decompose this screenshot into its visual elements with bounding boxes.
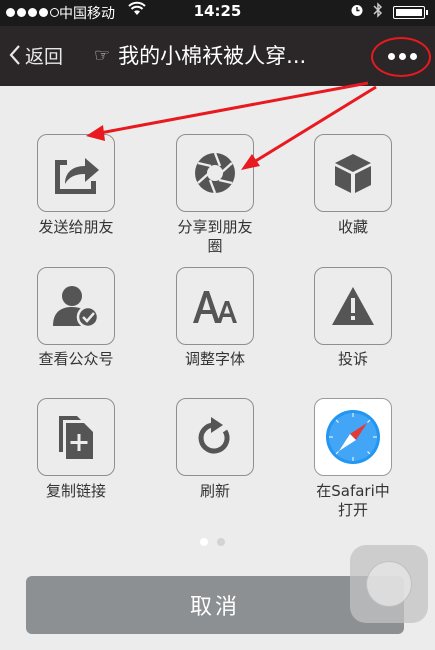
pointing-hand-icon: ☞ — [94, 44, 111, 66]
open-in-safari-button[interactable] — [314, 398, 392, 476]
view-official-account-button[interactable] — [37, 267, 115, 345]
status-time: 14:25 — [193, 2, 242, 20]
share-item-label: 调整字体 — [184, 350, 245, 368]
share-item-label: 收藏 — [337, 218, 368, 236]
favorite-cube-icon — [335, 154, 371, 193]
chevron-left-icon — [9, 45, 20, 65]
page-dot — [217, 538, 225, 546]
share-item-label: 查看公众号 — [38, 350, 114, 368]
status-bar: 中国移动 14:25 — [0, 0, 435, 26]
safari-compass-icon — [326, 410, 380, 464]
battery-icon — [393, 6, 428, 19]
share-item-label: 在Safari中 打开 — [316, 482, 390, 519]
refresh-button[interactable] — [176, 398, 254, 476]
copy-link-button[interactable] — [37, 398, 115, 476]
report-button[interactable] — [314, 267, 392, 345]
navigation-bar: 返回 ☞ 我的小棉袄被人穿... — [0, 26, 435, 86]
font-size-icon — [193, 291, 237, 323]
share-item-label: 复制链接 — [45, 482, 106, 500]
official-account-icon — [53, 286, 100, 329]
page-title-text: 我的小棉袄被人穿... — [118, 44, 307, 68]
adjust-font-button[interactable] — [176, 267, 254, 345]
favorite-button[interactable] — [314, 134, 392, 212]
share-item-label: 刷新 — [199, 482, 230, 500]
copy-link-icon — [59, 416, 93, 459]
page-indicator[interactable] — [200, 538, 225, 546]
send-to-friend-icon — [55, 158, 99, 194]
warning-icon — [332, 287, 374, 325]
back-button[interactable]: 返回 — [9, 40, 63, 70]
share-to-moments-button[interactable] — [176, 134, 254, 212]
send-to-friend-button[interactable] — [37, 134, 115, 212]
annotation-circle — [371, 37, 431, 77]
refresh-icon — [198, 417, 230, 454]
share-item-label: 发送给朋友 — [38, 218, 114, 236]
bluetooth-icon — [373, 2, 383, 22]
assistive-touch-icon — [366, 561, 412, 607]
back-label: 返回 — [25, 45, 64, 68]
page-dot-current — [200, 538, 208, 546]
moments-aperture-icon — [195, 152, 235, 194]
page-title: ☞ 我的小棉袄被人穿... — [94, 40, 359, 70]
cancel-button[interactable]: 取消 — [26, 576, 404, 634]
share-item-label: 投诉 — [337, 350, 368, 368]
assistive-touch-button[interactable] — [350, 545, 428, 623]
alarm-icon — [350, 3, 364, 20]
share-item-label: 分享到朋友 圈 — [177, 218, 253, 255]
